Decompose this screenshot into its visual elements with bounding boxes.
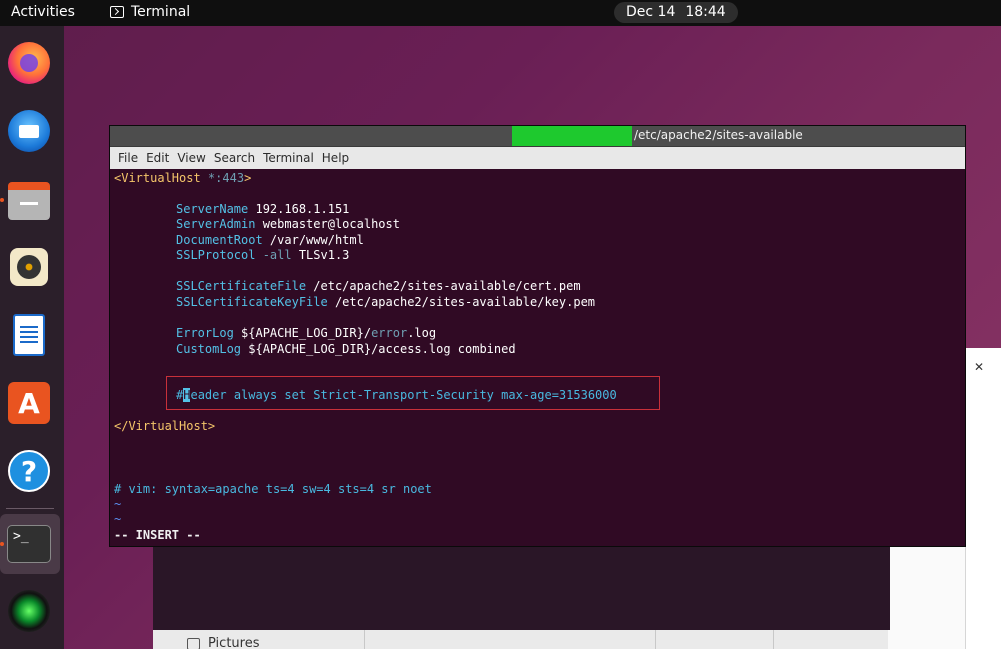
dock-firefox[interactable] bbox=[6, 40, 52, 86]
menu-edit[interactable]: Edit bbox=[146, 147, 169, 169]
terminal-titlebar[interactable]: /etc/apache2/sites-available bbox=[110, 126, 965, 147]
dock-terminal[interactable]: >_ bbox=[6, 521, 52, 567]
window-backdrop bbox=[153, 545, 890, 630]
help-icon: ? bbox=[8, 450, 50, 492]
redacted-hostname bbox=[512, 126, 632, 146]
code-line: # vim: syntax=apache ts=4 sw=4 sts=4 sr … bbox=[114, 482, 432, 496]
rhythmbox-icon bbox=[10, 248, 48, 286]
dock-help[interactable]: ? bbox=[6, 448, 52, 494]
code-line: SSLProtocol -all TLSv1.3 bbox=[176, 248, 350, 262]
code-line-header: #Header always set Strict-Transport-Secu… bbox=[176, 388, 617, 402]
menu-file[interactable]: File bbox=[118, 147, 138, 169]
column-divider bbox=[364, 630, 365, 649]
dock-separator bbox=[6, 508, 54, 509]
menu-terminal[interactable]: Terminal bbox=[263, 147, 314, 169]
dock-cheese[interactable] bbox=[6, 588, 52, 634]
code-line: <VirtualHost *:443> bbox=[114, 171, 252, 185]
terminal-icon: >_ bbox=[7, 525, 51, 563]
code-line: </VirtualHost> bbox=[114, 419, 216, 433]
clock-date: Dec 14 bbox=[626, 4, 676, 20]
running-indicator bbox=[0, 198, 4, 202]
window-title: /etc/apache2/sites-available bbox=[634, 128, 803, 142]
files-icon bbox=[8, 182, 50, 220]
app-center-icon: A bbox=[8, 382, 50, 424]
code-line: ServerAdmin webmaster@localhost bbox=[176, 217, 400, 231]
dock-thunderbird[interactable] bbox=[6, 108, 52, 154]
dock-files[interactable] bbox=[6, 178, 52, 224]
dock-app-center[interactable]: A bbox=[6, 380, 52, 426]
sidebar-item-label: Pictures bbox=[208, 636, 260, 649]
menu-help[interactable]: Help bbox=[322, 147, 349, 169]
dock-rhythmbox[interactable] bbox=[6, 244, 52, 290]
close-icon[interactable]: ✕ bbox=[974, 360, 984, 374]
column-divider bbox=[773, 630, 774, 649]
dock: A ? >_ bbox=[0, 26, 64, 649]
vim-mode-indicator: -- INSERT -- bbox=[114, 528, 201, 542]
empty-line-marker: ~ bbox=[114, 497, 122, 511]
terminal-window[interactable]: /etc/apache2/sites-available File Edit V… bbox=[110, 126, 965, 546]
cheese-icon bbox=[8, 590, 50, 632]
terminal-menubar: File Edit View Search Terminal Help bbox=[110, 147, 965, 169]
code-line: DocumentRoot /var/www/html bbox=[176, 233, 364, 247]
code-line: ServerName 192.168.1.151 bbox=[176, 202, 350, 216]
top-bar: Activities Terminal Dec 14 18:44 bbox=[0, 0, 1001, 26]
terminal-small-icon bbox=[110, 6, 124, 18]
code-line: SSLCertificateFile /etc/apache2/sites-av… bbox=[176, 279, 581, 293]
pictures-icon bbox=[187, 637, 200, 649]
menu-search[interactable]: Search bbox=[214, 147, 255, 169]
terminal-text-area[interactable]: <VirtualHost *:443> ServerName 192.168.1… bbox=[110, 169, 965, 546]
running-indicator bbox=[0, 542, 4, 546]
code-line: ErrorLog ${APACHE_LOG_DIR}/error.log bbox=[176, 326, 437, 340]
activities-button[interactable]: Activities bbox=[11, 4, 75, 20]
clock[interactable]: Dec 14 18:44 bbox=[614, 2, 738, 23]
firefox-icon bbox=[8, 42, 50, 84]
sidebar-item-pictures[interactable]: Pictures bbox=[187, 636, 259, 649]
clock-time: 18:44 bbox=[685, 4, 726, 20]
dock-writer[interactable] bbox=[6, 312, 52, 358]
writer-icon bbox=[13, 314, 45, 356]
empty-line-marker: ~ bbox=[114, 512, 122, 526]
code-line: CustomLog ${APACHE_LOG_DIR}/access.log c… bbox=[176, 342, 516, 356]
column-divider bbox=[655, 630, 656, 649]
code-line: SSLCertificateKeyFile /etc/apache2/sites… bbox=[176, 295, 596, 309]
app-menu[interactable]: Terminal bbox=[110, 4, 190, 20]
thunderbird-icon bbox=[8, 110, 50, 152]
app-menu-label: Terminal bbox=[131, 4, 191, 20]
side-panel: ✕ bbox=[965, 348, 1001, 649]
file-manager-status-area bbox=[153, 630, 888, 649]
menu-view[interactable]: View bbox=[177, 147, 205, 169]
